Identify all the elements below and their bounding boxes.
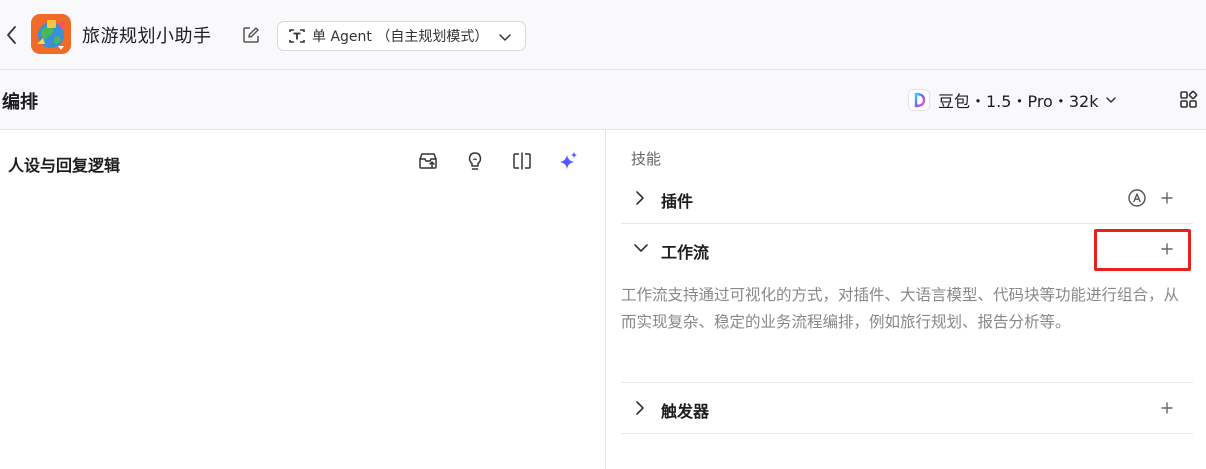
model-name: 豆包・1.5・Pro・32k [938, 92, 1099, 111]
divider [621, 223, 1193, 224]
plus-icon [1161, 402, 1173, 414]
chevron-right-icon [636, 401, 644, 415]
triggers-title: 触发器 [661, 402, 710, 421]
plugins-row[interactable]: 插件 [621, 176, 1193, 220]
orchestration-label: 编排 [2, 92, 38, 113]
import-button[interactable] [416, 149, 440, 173]
divider [621, 433, 1193, 434]
persona-panel: 人设与回复逻辑 [0, 130, 606, 469]
add-trigger-button[interactable] [1157, 398, 1177, 418]
import-icon [419, 153, 437, 169]
chevron-down-icon [499, 34, 511, 41]
grid-icon [1180, 90, 1198, 108]
skills-panel: 技能 插件 工作流 工作流支持通过可视化的方式，对插件、大语言模型、代码块等功能… [607, 130, 1206, 469]
back-icon [7, 26, 16, 44]
chevron-down-icon [1106, 97, 1117, 103]
top-bar: 旅游规划小助手 单 Agent （自主规划模式） [0, 0, 1206, 70]
agent-mode-dropdown[interactable]: 单 Agent （自主规划模式） [277, 21, 526, 51]
bulb-icon [468, 152, 482, 170]
persona-heading: 人设与回复逻辑 [8, 156, 121, 175]
tips-button[interactable] [463, 149, 487, 173]
plus-icon [1161, 243, 1173, 255]
add-workflow-button[interactable] [1157, 239, 1177, 259]
orchestration-bar: 编排 豆包・1.5・Pro・32k [0, 70, 1206, 130]
split-view-button[interactable] [510, 149, 534, 173]
workflow-title: 工作流 [661, 243, 710, 262]
triggers-row[interactable]: 触发器 [621, 386, 1193, 430]
agent-mode-label: 单 Agent （自主规划模式） [312, 29, 489, 45]
divider [621, 382, 1193, 383]
skills-section-label: 技能 [631, 150, 662, 168]
chevron-right-icon [636, 191, 644, 205]
plus-icon [1161, 192, 1173, 204]
back-button[interactable] [3, 22, 21, 48]
mode-icon [289, 29, 305, 43]
auto-icon [1128, 189, 1146, 207]
workflow-row[interactable]: 工作流 [621, 227, 1193, 271]
model-selector[interactable]: 豆包・1.5・Pro・32k [908, 88, 1118, 112]
plugins-title: 插件 [661, 192, 694, 211]
sparkle-icon [560, 152, 577, 169]
add-plugin-button[interactable] [1157, 188, 1177, 208]
bot-title: 旅游规划小助手 [82, 26, 212, 47]
split-icon [513, 152, 531, 170]
edit-title-button[interactable] [241, 25, 261, 45]
bot-avatar[interactable] [31, 14, 71, 54]
model-logo-icon [908, 89, 930, 111]
edit-icon [243, 27, 259, 43]
workflow-description: 工作流支持通过可视化的方式，对插件、大语言模型、代码块等功能进行组合，从而实现复… [621, 286, 1180, 331]
ai-optimize-button[interactable] [557, 149, 581, 173]
chevron-down-icon [634, 244, 648, 252]
grid-settings-button[interactable] [1178, 89, 1200, 111]
auto-add-button[interactable] [1127, 188, 1147, 208]
